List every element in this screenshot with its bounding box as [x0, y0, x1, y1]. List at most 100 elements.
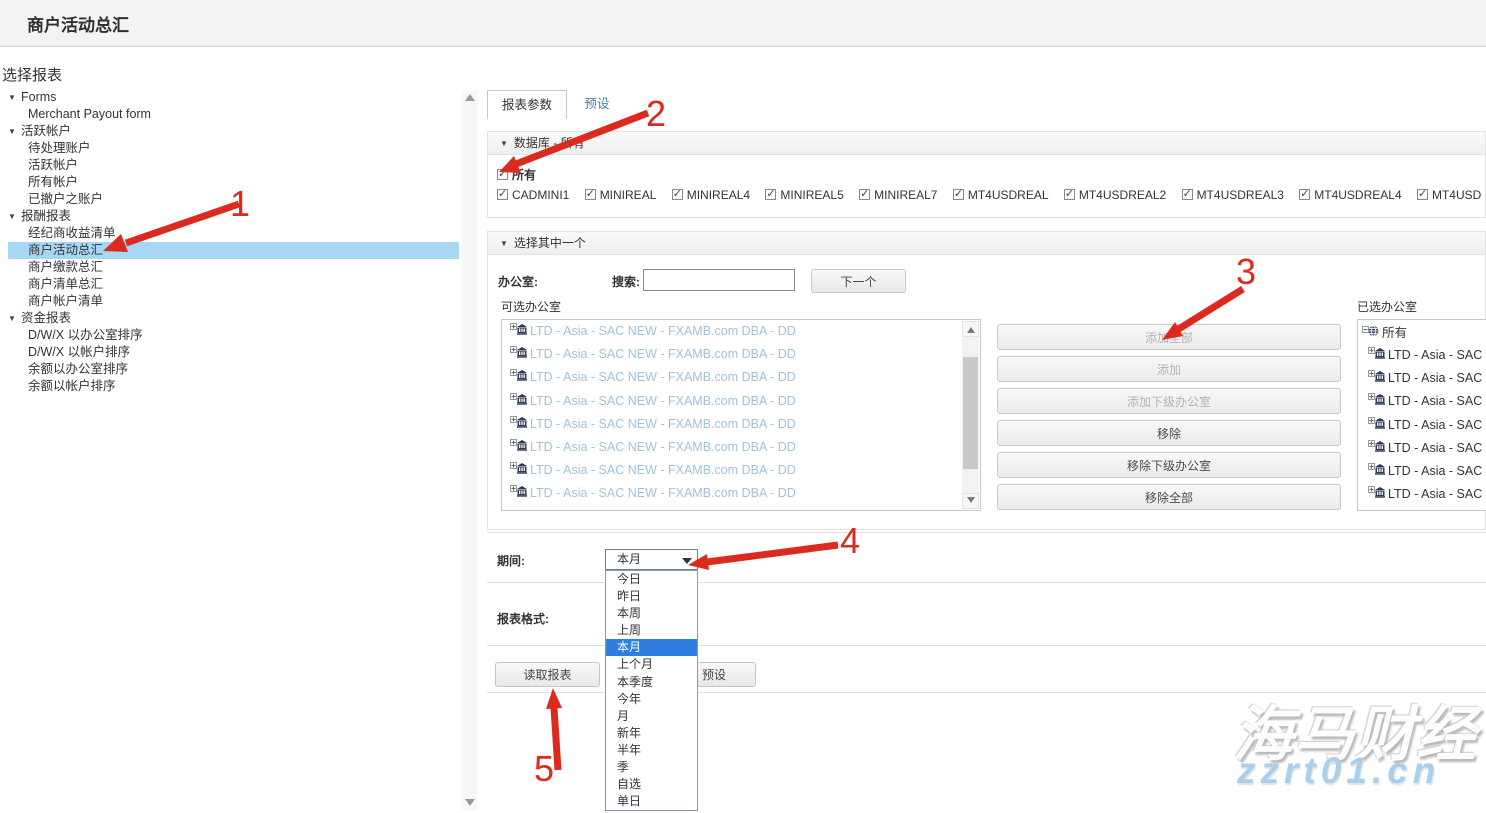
selected-office-item[interactable]: LTD - Asia - SAC NEW - FXAMB.com DBA - D… [1358, 460, 1486, 483]
office-building-icon[interactable] [1368, 463, 1385, 475]
period-option[interactable]: 单日 [606, 793, 697, 810]
tab[interactable]: 预设 [570, 90, 623, 119]
database-checkbox[interactable] [1299, 189, 1310, 200]
tree-item[interactable]: ▼Forms [8, 89, 459, 106]
selected-office-item[interactable]: LTD - Asia - SAC NEW - FXAMB.com DBA - D… [1358, 483, 1486, 506]
tree-item[interactable]: 待处理账户 [8, 140, 459, 157]
office-list-scrollbar[interactable] [962, 321, 979, 509]
scroll-down-icon[interactable] [465, 799, 475, 806]
selected-office-item[interactable]: LTD - Asia - SAC NEW - FXAMB.com DBA - D… [1358, 344, 1486, 367]
office-building-icon[interactable] [1368, 486, 1385, 498]
office-list-item[interactable]: LTD - Asia - SAC NEW - FXAMB.com DBA - D… [502, 390, 980, 413]
scroll-down-icon[interactable] [962, 493, 979, 509]
transfer-button[interactable]: 添加下级办公室 [997, 388, 1341, 414]
database-checkbox[interactable] [859, 189, 870, 200]
scroll-up-icon[interactable] [465, 94, 475, 101]
office-building-icon[interactable] [510, 393, 527, 405]
tree-item[interactable]: 商户缴款总汇 [8, 259, 459, 276]
period-option[interactable]: 本月 [606, 639, 697, 656]
database-checkbox[interactable] [1064, 189, 1075, 200]
period-option[interactable]: 半年 [606, 742, 697, 759]
tree-item[interactable]: ▼活跃帐户 [8, 123, 459, 140]
tree-item[interactable]: 商户帐户清单 [8, 293, 459, 310]
database-checkbox[interactable] [765, 189, 776, 200]
office-section-header[interactable]: ▼选择其中一个 [488, 232, 1485, 255]
office-building-icon[interactable] [1368, 393, 1385, 405]
tree-item[interactable]: 商户活动总汇 [8, 242, 459, 259]
period-option[interactable]: 本周 [606, 605, 697, 622]
office-building-icon[interactable] [510, 323, 527, 335]
tree-item[interactable]: ▼报酬报表 [8, 208, 459, 225]
all-databases-checkbox[interactable] [497, 169, 508, 180]
office-search-input[interactable] [643, 269, 795, 291]
period-option[interactable]: 月 [606, 708, 697, 725]
tree-item[interactable]: 所有帐户 [8, 174, 459, 191]
tree-item[interactable]: D/W/X 以帐户排序 [8, 344, 459, 361]
selected-office-item[interactable]: LTD - Asia - SAC NEW - FXAMB.com DBA - D… [1358, 414, 1486, 437]
office-list-item[interactable]: LTD - Asia - SAC NEW - FXAMB.com DBA - D… [502, 436, 980, 459]
office-list-item[interactable]: LTD - Asia - SAC NEW - FXAMB.com DBA - D… [502, 343, 980, 366]
selected-office-item[interactable]: LTD - Asia - SAC NEW - FXAMB.com DBA - D… [1358, 437, 1486, 460]
tree-item[interactable]: 余额以办公室排序 [8, 361, 459, 378]
load-report-button[interactable]: 读取报表 [495, 662, 600, 687]
period-select[interactable]: 本月 [605, 549, 698, 570]
transfer-button[interactable]: 移除 [997, 420, 1341, 446]
tree-expander-icon[interactable]: ▼ [8, 89, 21, 106]
period-option[interactable]: 昨日 [606, 588, 697, 605]
period-option[interactable]: 上周 [606, 622, 697, 639]
period-option[interactable]: 上个月 [606, 656, 697, 673]
period-option[interactable]: 新年 [606, 725, 697, 742]
selected-office-item[interactable]: LTD - Asia - SAC NEW - FXAMB.com DBA - D… [1358, 390, 1486, 413]
scroll-up-icon[interactable] [962, 321, 979, 337]
tree-item[interactable]: 活跃帐户 [8, 157, 459, 174]
selected-all-row[interactable]: 所有 [1358, 323, 1486, 344]
tree-item[interactable]: Merchant Payout form [8, 106, 459, 123]
transfer-button[interactable]: 移除下级办公室 [997, 452, 1341, 478]
database-checkbox[interactable] [1182, 189, 1193, 200]
tree-item[interactable]: 余额以帐户排序 [8, 378, 459, 395]
transfer-button[interactable]: 添加 [997, 356, 1341, 382]
tree-expander-icon[interactable]: ▼ [8, 123, 21, 140]
dropdown-arrow-icon[interactable] [682, 558, 692, 564]
period-option[interactable]: 自选 [606, 776, 697, 793]
period-option[interactable]: 今日 [606, 571, 697, 588]
office-building-icon[interactable] [1368, 440, 1385, 452]
next-button[interactable]: 下一个 [811, 269, 906, 293]
database-checkbox[interactable] [497, 189, 508, 200]
office-building-icon[interactable] [510, 416, 527, 428]
office-list-item[interactable]: LTD - Asia - SAC NEW - FXAMB.com DBA - D… [502, 320, 980, 343]
database-checkbox[interactable] [585, 189, 596, 200]
office-list-item[interactable]: LTD - Asia - SAC NEW - FXAMB.com DBA - D… [502, 413, 980, 436]
period-option[interactable]: 本季度 [606, 674, 697, 691]
database-checkbox[interactable] [672, 189, 683, 200]
globe-icon[interactable] [1362, 325, 1379, 337]
office-building-icon[interactable] [510, 439, 527, 451]
tree-expander-icon[interactable]: ▼ [8, 310, 21, 327]
office-building-icon[interactable] [1368, 417, 1385, 429]
scrollbar-thumb[interactable] [963, 357, 978, 469]
period-option[interactable]: 季 [606, 759, 697, 776]
tree-item[interactable]: D/W/X 以办公室排序 [8, 327, 459, 344]
office-building-icon[interactable] [510, 462, 527, 474]
sidebar-scrollbar[interactable] [462, 90, 478, 810]
period-option[interactable]: 今年 [606, 691, 697, 708]
database-checkbox[interactable] [1417, 189, 1428, 200]
tree-item[interactable]: 经纪商收益清单 [8, 225, 459, 242]
tree-item[interactable]: 已撤户之账户 [8, 191, 459, 208]
database-checkbox[interactable] [953, 189, 964, 200]
office-building-icon[interactable] [1368, 347, 1385, 359]
office-building-icon[interactable] [510, 346, 527, 358]
tab[interactable]: 报表参数 [487, 90, 567, 119]
office-building-icon[interactable] [1368, 370, 1385, 382]
tree-expander-icon[interactable]: ▼ [8, 208, 21, 225]
transfer-button[interactable]: 移除全部 [997, 484, 1341, 510]
database-section-header[interactable]: ▼数据库 - 所有 [488, 132, 1485, 155]
transfer-button[interactable]: 添加全部 [997, 324, 1341, 350]
tree-item[interactable]: ▼资金报表 [8, 310, 459, 327]
office-list-item[interactable]: LTD - Asia - SAC NEW - FXAMB.com DBA - D… [502, 459, 980, 482]
office-list-item[interactable]: LTD - Asia - SAC NEW - FXAMB.com DBA - D… [502, 366, 980, 389]
office-building-icon[interactable] [510, 369, 527, 381]
selected-office-item[interactable]: LTD - Asia - SAC NEW - FXAMB.com DBA - D… [1358, 367, 1486, 390]
office-list-item[interactable]: LTD - Asia - SAC NEW - FXAMB.com DBA - D… [502, 482, 980, 505]
tree-item[interactable]: 商户清单总汇 [8, 276, 459, 293]
